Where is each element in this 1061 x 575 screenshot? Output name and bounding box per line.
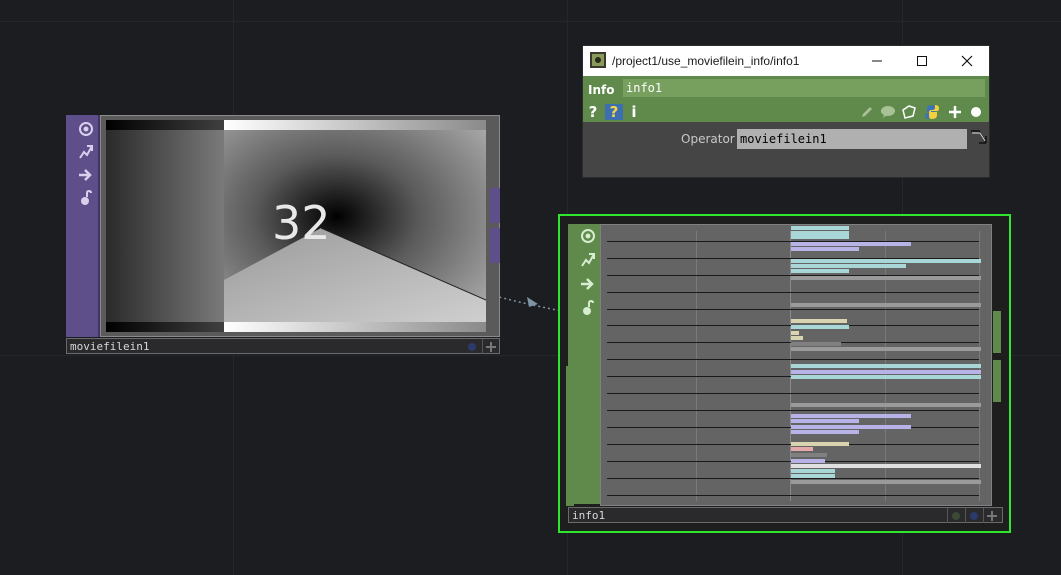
- table-cell: [791, 370, 981, 374]
- node-sidebar: [568, 224, 602, 504]
- table-cell: [791, 442, 849, 446]
- table-cell: [791, 247, 859, 251]
- window-titlebar[interactable]: /project1/use_moviefilein_info/info1: [583, 46, 989, 76]
- app-icon: [590, 52, 606, 68]
- output-connector[interactable]: [490, 188, 500, 223]
- output-connector[interactable]: [993, 311, 1001, 353]
- table-cell: [791, 419, 859, 423]
- frame-number: 32: [272, 196, 331, 250]
- add-icon[interactable]: [947, 104, 963, 120]
- lock-icon[interactable]: [76, 188, 96, 208]
- viewer-icon[interactable]: [76, 119, 96, 139]
- info-icon[interactable]: i: [629, 103, 639, 121]
- maximize-icon[interactable]: [900, 46, 944, 76]
- node-name: moviefilein1: [70, 340, 150, 353]
- table-cell: [791, 469, 835, 473]
- operator-type: Info: [588, 83, 615, 97]
- moviefilein-node[interactable]: 32 moviefilein1: [66, 115, 500, 357]
- operator-select-icon[interactable]: [969, 129, 989, 149]
- close-icon[interactable]: [945, 46, 989, 76]
- operator-name-field[interactable]: info1: [623, 79, 985, 97]
- table-cell: [791, 342, 841, 346]
- table-cell: [791, 480, 981, 484]
- table-cell: [791, 235, 849, 239]
- clone-icon[interactable]: [901, 104, 919, 120]
- bypass-icon[interactable]: [578, 250, 598, 270]
- table-cell: [791, 325, 849, 329]
- table-cell: [791, 474, 835, 478]
- lock-icon[interactable]: [578, 298, 598, 318]
- table-row: [607, 292, 979, 293]
- parameter-body: Operator moviefilein1: [583, 122, 989, 177]
- table-cell: [791, 347, 981, 351]
- minimize-icon[interactable]: [855, 46, 899, 76]
- table-cell: [791, 464, 981, 468]
- add-icon[interactable]: [983, 508, 1000, 523]
- bypass-icon[interactable]: [76, 142, 96, 162]
- table-cell: [791, 336, 803, 340]
- movie-frame-image: 32: [106, 120, 486, 332]
- table-cell: [791, 414, 911, 418]
- python-icon[interactable]: [923, 104, 941, 120]
- table-cell: [791, 453, 827, 457]
- dot-icon[interactable]: [464, 339, 480, 354]
- table-cell: [791, 259, 981, 263]
- movie-viewer[interactable]: 32: [100, 115, 500, 337]
- table-cell: [791, 226, 849, 230]
- help-icon[interactable]: ?: [587, 103, 599, 121]
- parameter-window[interactable]: /project1/use_moviefilein_info/info1 Inf…: [582, 45, 990, 178]
- table-cell: [791, 403, 981, 407]
- table-cell: [791, 459, 825, 463]
- window-title: /project1/use_moviefilein_info/info1: [612, 54, 800, 68]
- node-sidebar: [66, 115, 100, 337]
- add-icon[interactable]: [482, 339, 499, 354]
- operator-param-label: Operator: [681, 132, 735, 146]
- dot-icon[interactable]: [965, 508, 982, 523]
- table-row: [607, 478, 979, 479]
- table-cell: [791, 430, 859, 434]
- table-cell: [791, 269, 849, 273]
- output-connector[interactable]: [993, 360, 1001, 402]
- table-cell: [791, 242, 911, 246]
- comment-icon[interactable]: [879, 104, 897, 120]
- table-cell: [791, 276, 981, 280]
- table-cell: [791, 331, 799, 335]
- table-cell: [791, 425, 911, 429]
- node-name-label[interactable]: moviefilein1: [66, 338, 500, 354]
- table-cell: [791, 364, 981, 368]
- node-name: info1: [572, 509, 606, 522]
- table-cell: [791, 447, 813, 451]
- node-name-label[interactable]: info1: [568, 507, 1003, 523]
- viewer-icon[interactable]: [578, 226, 598, 246]
- parameter-toolbar: ? ? i: [583, 102, 989, 122]
- table-row: [607, 393, 979, 394]
- operator-header: Info info1: [583, 76, 989, 102]
- table-cell: [791, 303, 981, 307]
- display-icon[interactable]: [578, 274, 598, 294]
- table-row: [607, 359, 979, 360]
- dot-icon[interactable]: [947, 508, 964, 523]
- table-row: [607, 495, 979, 496]
- info-node[interactable]: info1: [558, 214, 1011, 533]
- table-cell: [791, 264, 906, 268]
- display-icon[interactable]: [76, 165, 96, 185]
- info-table-viewer[interactable]: [600, 224, 992, 506]
- table-cell: [791, 319, 847, 323]
- table-row: [607, 309, 979, 310]
- python-help-icon[interactable]: ?: [605, 103, 623, 121]
- edit-icon[interactable]: [859, 104, 875, 120]
- table-row: [607, 410, 979, 411]
- table-cell: [791, 375, 981, 379]
- output-connector[interactable]: [490, 228, 500, 263]
- dot-icon[interactable]: [969, 104, 983, 120]
- operator-param-field[interactable]: moviefilein1: [737, 129, 967, 149]
